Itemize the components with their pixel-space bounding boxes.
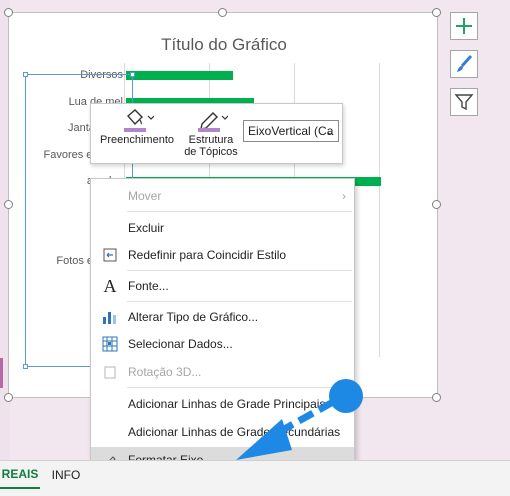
annotation-arrow	[236, 379, 363, 460]
arrow-origin-dot	[329, 379, 363, 413]
arrow-head	[236, 419, 292, 460]
